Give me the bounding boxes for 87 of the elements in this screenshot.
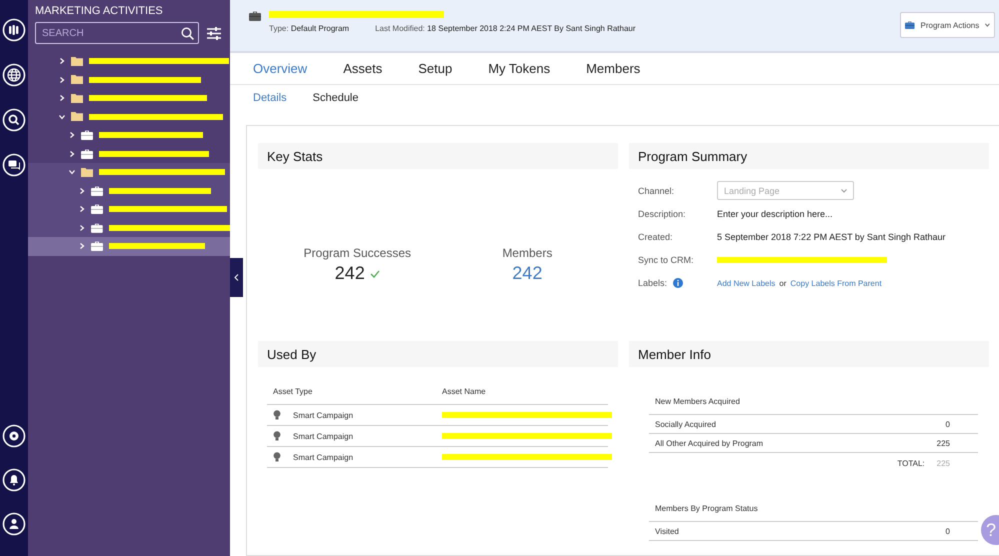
program-actions-button[interactable]: Program Actions [900, 12, 995, 38]
folder-icon [81, 168, 93, 177]
field-label: Description: [638, 208, 687, 221]
row-label: All Other Acquired by Program [655, 438, 764, 448]
stat-value[interactable]: 242 [512, 263, 542, 284]
total-value: 225 [936, 459, 950, 468]
sidebar-title: MARKETING ACTIVITIES [34, 4, 164, 17]
row-label: Visited [655, 526, 679, 536]
panel-heading: Used By [258, 341, 618, 367]
sliders-icon[interactable] [207, 26, 221, 40]
briefcase-icon [91, 241, 103, 252]
info-icon[interactable] [673, 278, 684, 288]
section-title: New Members Acquired [649, 389, 978, 415]
field-label: Created: [638, 230, 674, 244]
tree-item[interactable] [28, 237, 230, 256]
row-value: 0 [946, 420, 950, 428]
chevron-down-icon [69, 169, 75, 176]
lightbulb-icon [273, 431, 281, 441]
briefcase-icon [81, 148, 93, 159]
briefcase-icon [91, 204, 103, 214]
briefcase-icon [81, 130, 93, 140]
tab[interactable]: My Tokens [488, 61, 550, 76]
folder-icon [71, 56, 83, 66]
chat-icon[interactable] [2, 153, 26, 177]
chevron-right-icon [79, 188, 85, 194]
chevron-right-icon [79, 224, 85, 231]
user-icon[interactable] [2, 512, 26, 536]
briefcase-icon [249, 11, 261, 21]
column-header: Asset Type [273, 387, 314, 396]
chevron-left-icon [234, 274, 239, 281]
tab[interactable]: Setup [418, 61, 452, 76]
briefcase-icon [90, 222, 103, 233]
chevron-right-icon [79, 206, 85, 212]
chevron-right-icon [69, 132, 75, 138]
search-field[interactable]: SEARCH [40, 26, 181, 40]
briefcase-icon [905, 20, 915, 30]
folder-icon [71, 75, 83, 84]
bell-icon[interactable] [2, 468, 26, 492]
panel-heading: Member Info [629, 341, 989, 367]
chart-icon[interactable] [2, 18, 26, 42]
stat-label: Program Successes [304, 246, 412, 260]
search-icon[interactable] [2, 108, 26, 132]
stat-label: Members [502, 246, 552, 260]
search-box[interactable]: SEARCH [35, 22, 199, 44]
last-modified-text: Last Modified: 18 September 2018 2:24 PM AEST By Sant Singh Rathaur [375, 24, 636, 33]
created-text: 5 September 2018 7:22 PM AEST by Sant Singh Rathaur [717, 232, 946, 242]
stat-value: 242 [334, 263, 365, 284]
chevron-down-icon [841, 188, 847, 192]
table-cell-text: Smart Campaign [293, 410, 354, 420]
briefcase-icon [91, 186, 103, 196]
field-label: Channel: [638, 184, 676, 198]
chevron-right-icon [59, 76, 65, 83]
lightbulb-icon [273, 452, 281, 462]
chevron-down-icon [985, 22, 990, 28]
chevron-right-icon [69, 150, 75, 157]
tab[interactable]: Assets [343, 61, 382, 76]
total-label: TOTAL: [897, 459, 925, 468]
program-type-text: Type: Default Program [269, 24, 350, 33]
search-icon [181, 26, 194, 40]
row-label: Socially Acquired [655, 420, 716, 428]
add-labels-link[interactable]: Add New Labels [717, 278, 776, 288]
field-label: Sync to CRM: [638, 254, 695, 267]
description-text[interactable]: Enter your description here... [717, 208, 989, 218]
field-label: Labels: [638, 278, 668, 288]
folder-icon [71, 112, 83, 122]
globe-icon[interactable] [2, 63, 26, 87]
chevron-right-icon [59, 95, 65, 102]
chevron-down-icon [59, 114, 65, 120]
chevron-right-icon [59, 58, 65, 64]
lightbulb-icon [273, 410, 281, 420]
subtab[interactable]: Details [253, 92, 287, 104]
section-title: Members By Program Status [649, 496, 978, 522]
row-value: 225 [936, 438, 950, 448]
column-header: Asset Name [442, 387, 487, 396]
panel-heading: Program Summary [629, 143, 989, 169]
copy-labels-link[interactable]: Copy Labels From Parent [790, 278, 882, 288]
table-cell-text: Smart Campaign [293, 432, 354, 440]
check-icon [370, 270, 380, 278]
row-value: 0 [946, 526, 950, 536]
panel-heading: Key Stats [258, 143, 618, 169]
table-cell-text: Smart Campaign [293, 452, 354, 462]
tab[interactable]: Members [586, 61, 640, 76]
folder-icon [71, 94, 83, 103]
chevron-right-icon [79, 243, 85, 250]
tab[interactable]: Overview [253, 61, 308, 76]
subtab[interactable]: Schedule [312, 92, 358, 104]
or-text: or [779, 278, 786, 288]
